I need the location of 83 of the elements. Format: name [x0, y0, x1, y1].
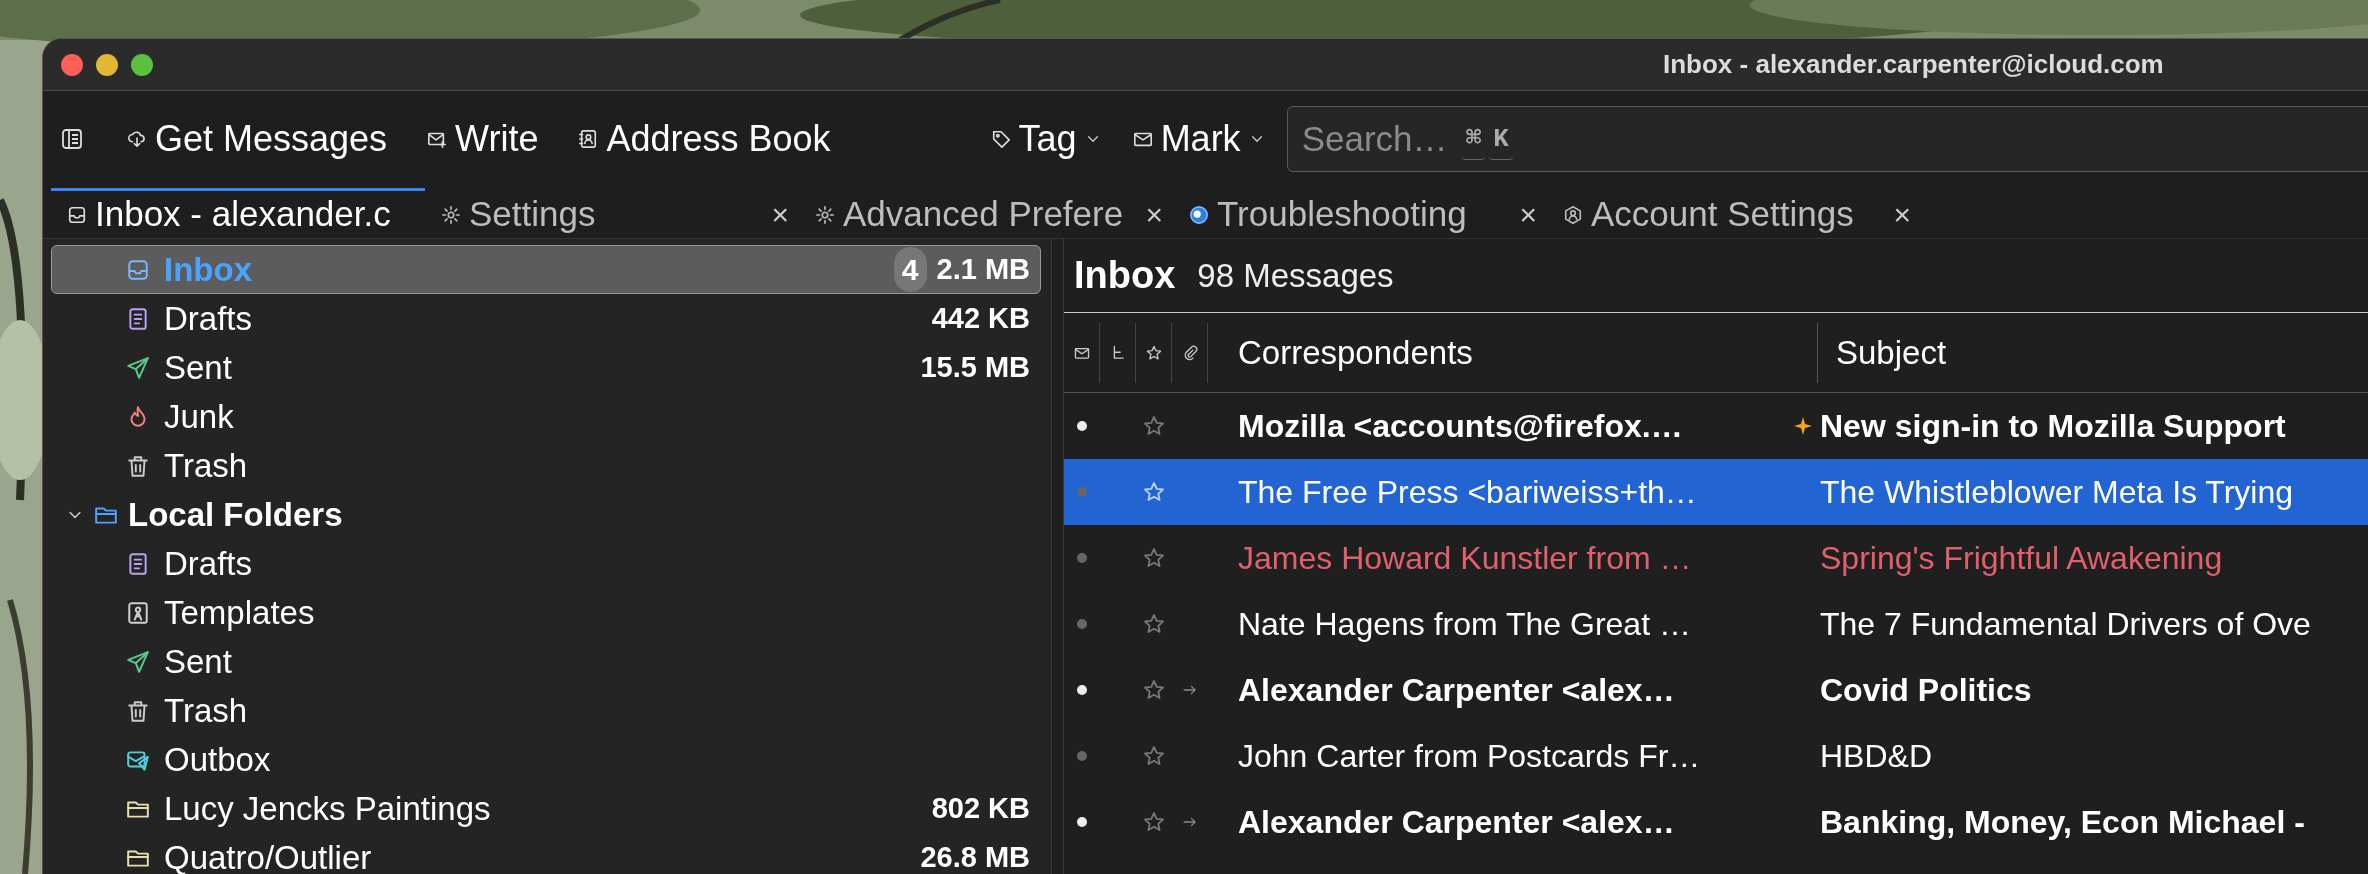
hexagon-person-icon: [1563, 204, 1583, 225]
star-icon[interactable]: [1143, 745, 1165, 767]
folder-item[interactable]: Trash: [51, 441, 1041, 490]
inbox-icon: [126, 257, 150, 282]
message-row[interactable]: Alexander Carpenter <alex… Covid Politics: [1064, 657, 2368, 723]
close-tab-button[interactable]: ×: [1519, 199, 1537, 230]
get-button[interactable]: Get Messages: [117, 108, 398, 169]
tag-button[interactable]: Tag: [980, 108, 1111, 169]
subject-cell-text: Covid Politics: [1819, 671, 2032, 710]
shortcut-key: ⌘: [1461, 119, 1486, 160]
correspondent-cell-text: Alexander Carpenter <alex…: [1237, 803, 1676, 842]
close-window-button[interactable]: [61, 53, 83, 76]
correspondent-cell-text: The Free Press <bariweiss+th…: [1237, 473, 1698, 512]
star-column-icon[interactable]: [1145, 344, 1162, 361]
trash-icon: [126, 698, 150, 723]
address-book-icon: [578, 128, 599, 149]
document-icon: [126, 306, 150, 331]
zoom-window-button[interactable]: [131, 53, 153, 76]
correspondent-cell-text: James Howard Kunstler from …: [1237, 539, 1693, 578]
star-icon[interactable]: [1143, 613, 1165, 635]
folder-item[interactable]: Templates: [51, 588, 1041, 637]
tag-icon: [990, 128, 1011, 149]
correspondent-cell-text: Alexander Carpenter <alex…: [1237, 671, 1676, 710]
template-icon: [126, 600, 150, 625]
message-row[interactable]: John Carter from Postcards Fr… HBD&D: [1064, 723, 2368, 789]
sparkle-icon: [1794, 417, 1812, 435]
sidebar-toggle-icon[interactable]: [61, 127, 83, 150]
message-row[interactable]: James Howard Kunstler from … Spring's Frightful Awakening: [1064, 525, 2368, 591]
star-icon[interactable]: [1143, 481, 1165, 503]
mark-button[interactable]: Mark: [1122, 108, 1275, 169]
subject-cell-text: The Whistleblower Meta Is Trying: [1819, 473, 2294, 512]
document-icon: [126, 551, 150, 576]
globe-icon: [1189, 204, 1209, 225]
unread-count: 4: [893, 247, 927, 292]
tab[interactable]: Troubleshooting ×: [1173, 188, 1547, 238]
correspondent-cell-text: John Carter from Postcards Fr…: [1237, 737, 1702, 776]
folder-item[interactable]: Inbox 4 2.1 MB: [51, 245, 1041, 294]
tab[interactable]: Settings ×: [425, 188, 799, 238]
tab[interactable]: Advanced Prefere ×: [799, 188, 1173, 238]
folder-item[interactable]: Drafts 442 KB: [51, 294, 1041, 343]
star-icon[interactable]: [1143, 547, 1165, 569]
star-icon[interactable]: [1143, 811, 1165, 833]
folder-item[interactable]: Lucy Jencks Paintings 802 KB: [51, 784, 1041, 833]
inbox-tray-icon: [67, 204, 87, 225]
shortcut-key: K: [1489, 119, 1513, 160]
folder-item[interactable]: Junk: [51, 392, 1041, 441]
addressbook-button[interactable]: Address Book: [568, 108, 841, 169]
column-header[interactable]: Correspondents: [1208, 322, 1818, 383]
paper-plane-icon: [126, 355, 150, 380]
message-row[interactable]: Alexander Carpenter <alex… Banking, Money, Econ Michael -: [1064, 789, 2368, 855]
write-button[interactable]: Write: [417, 108, 549, 169]
folder-item[interactable]: Sent: [51, 637, 1041, 686]
paper-plane-icon: [126, 649, 150, 674]
tab[interactable]: Account Settings ×: [1547, 188, 1921, 238]
folder-item[interactable]: Trash: [51, 686, 1041, 735]
message-row[interactable]: Mozilla <accounts@firefox.… New sign-in to Mozilla Support: [1064, 393, 2368, 459]
close-tab-button[interactable]: ×: [771, 199, 789, 230]
trash-icon: [126, 453, 150, 478]
close-tab-button[interactable]: ×: [1893, 199, 1911, 230]
subject-cell-text: Spring's Frightful Awakening: [1819, 539, 2223, 578]
message-row[interactable]: The Free Press <bariweiss+th… The Whistleblower Meta Is Trying: [1064, 459, 2368, 525]
message-count: 98 Messages: [1197, 255, 1394, 296]
folder-title: Inbox: [1074, 253, 1176, 298]
cloud-download-icon: [127, 128, 147, 149]
correspondent-cell-text: Nate Hagens from The Great …: [1237, 605, 1692, 644]
subject-cell-text: Banking, Money, Econ Michael -: [1819, 803, 2305, 842]
minimize-window-button[interactable]: [96, 53, 118, 76]
column-header[interactable]: Subject: [1818, 322, 2368, 383]
message-row[interactable]: Nate Hagens from The Great … The 7 Fundamental Drivers of Ove: [1064, 591, 2368, 657]
subject-cell-text: HBD&D: [1819, 737, 1932, 776]
folder-item[interactable]: Sent 15.5 MB: [51, 343, 1041, 392]
star-icon[interactable]: [1143, 415, 1165, 437]
gear-icon: [815, 204, 835, 225]
star-icon[interactable]: [1143, 679, 1165, 701]
subject-cell-text: The 7 Fundamental Drivers of Ove: [1819, 605, 2311, 644]
folder-item[interactable]: Local Folders: [51, 490, 1041, 539]
gear-icon: [441, 204, 461, 225]
folder-item[interactable]: Drafts: [51, 539, 1041, 588]
close-tab-button[interactable]: ×: [1145, 199, 1163, 230]
subject-cell-text: New sign-in to Mozilla Support: [1819, 407, 2286, 446]
correspondent-cell-text: Mozilla <accounts@firefox.…: [1237, 407, 1684, 446]
window-title: Inbox - alexander.carpenter@icloud.com: [1663, 48, 2164, 81]
folder-item[interactable]: Outbox: [51, 735, 1041, 784]
